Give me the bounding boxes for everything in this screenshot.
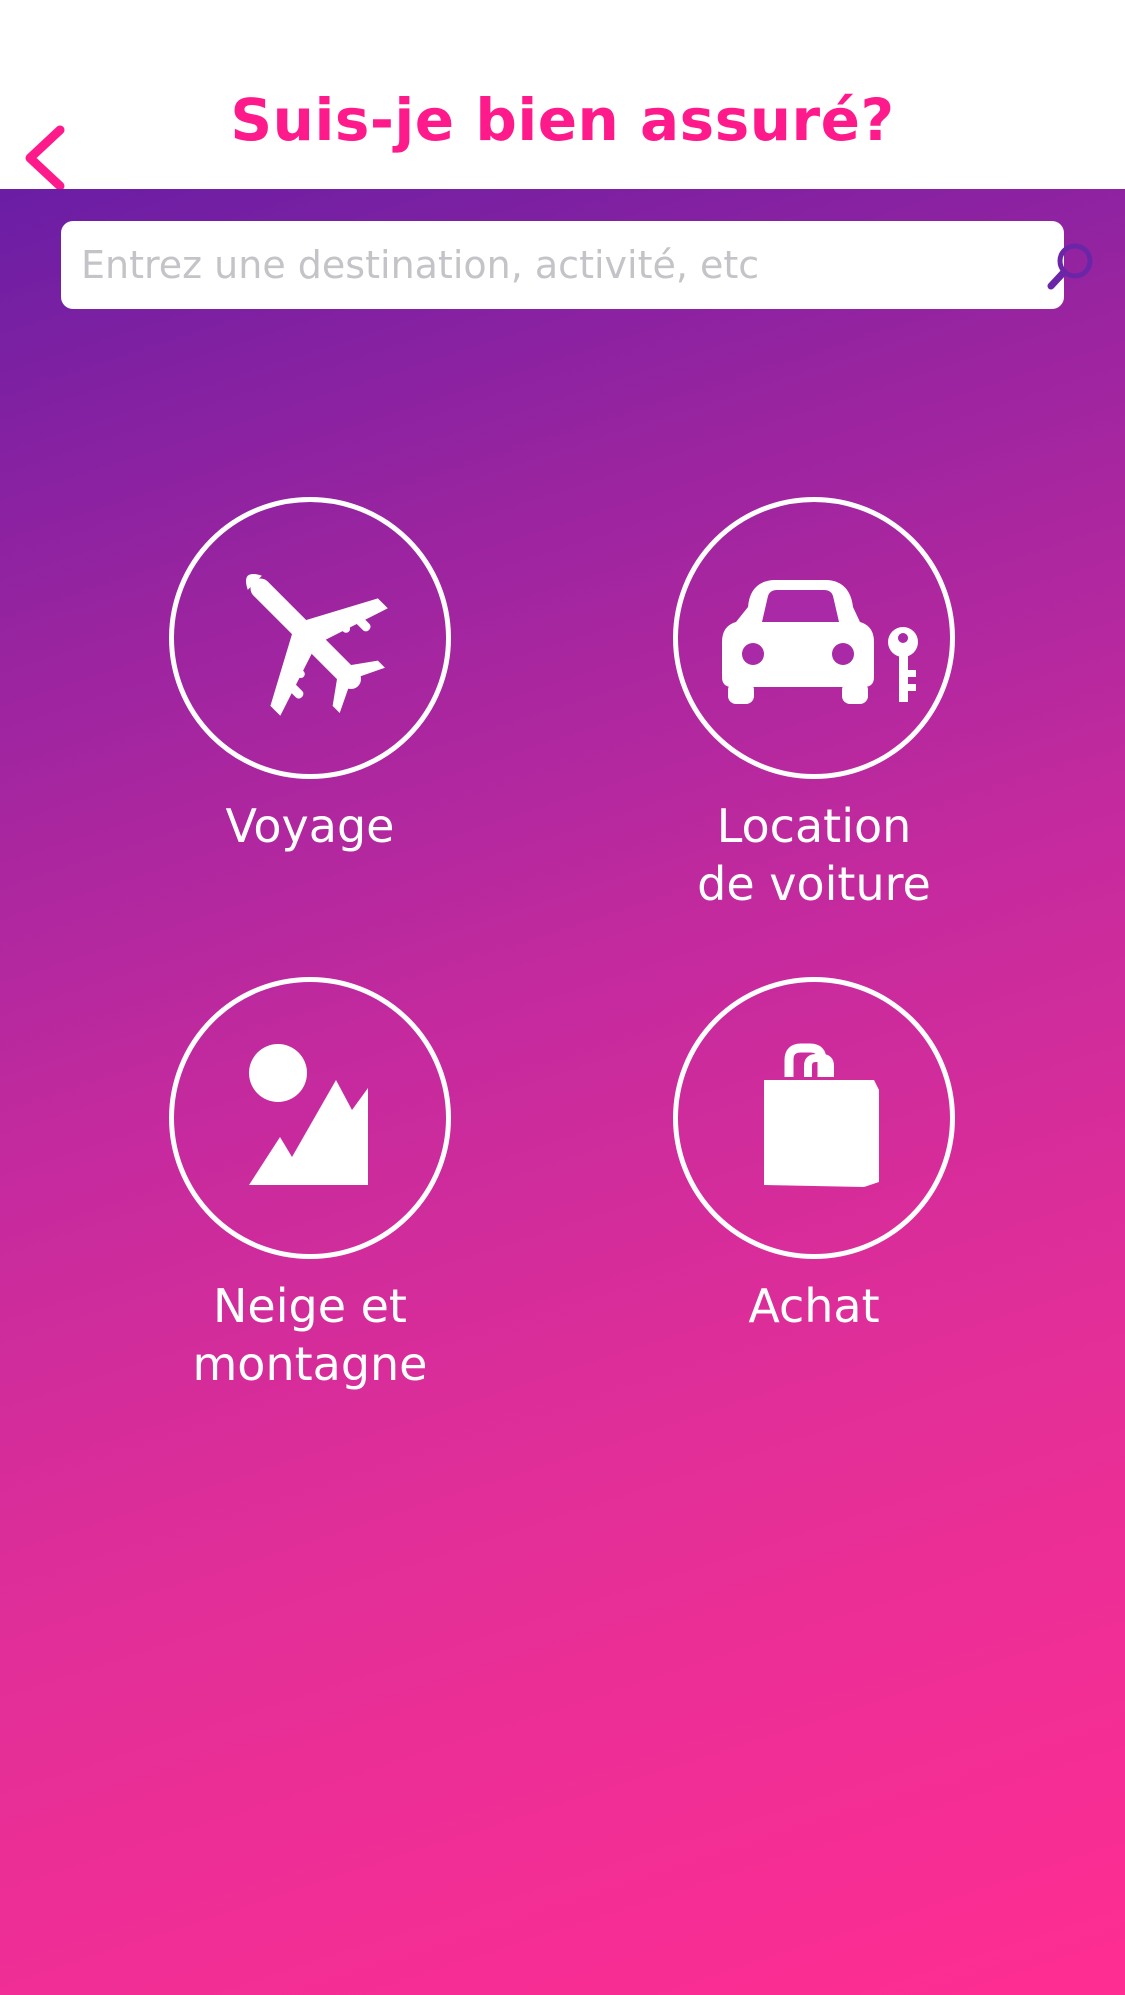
screen: Suis-je bien assuré? Entrez une destinat… xyxy=(0,0,1125,1995)
category-voyage[interactable]: Voyage xyxy=(100,497,520,917)
category-label: Neige et montagne xyxy=(192,1279,428,1391)
shopping-bag-icon xyxy=(764,1043,879,1187)
search-input[interactable] xyxy=(81,221,1011,309)
category-circle xyxy=(169,497,451,779)
category-neige-et-montagne[interactable]: Neige et montagne xyxy=(100,977,520,1417)
category-label: Voyage xyxy=(225,799,395,853)
mountain-sun-icon xyxy=(249,1044,368,1185)
category-label: Location de voiture xyxy=(697,799,931,911)
header: Suis-je bien assuré? xyxy=(0,0,1125,191)
category-circle xyxy=(673,497,955,779)
search-icon[interactable] xyxy=(1043,238,1099,294)
category-circle xyxy=(673,977,955,1259)
main-content: Voyage xyxy=(0,189,1125,1995)
category-location-de-voiture[interactable]: Location de voiture xyxy=(604,497,1024,937)
airplane-icon xyxy=(246,574,388,716)
category-label: Achat xyxy=(748,1279,880,1333)
car-key-icon xyxy=(722,580,918,704)
category-achat[interactable]: Achat xyxy=(604,977,1024,1397)
page-title: Suis-je bien assuré? xyxy=(230,86,895,154)
search-bar xyxy=(61,221,1093,309)
category-circle xyxy=(169,977,451,1259)
